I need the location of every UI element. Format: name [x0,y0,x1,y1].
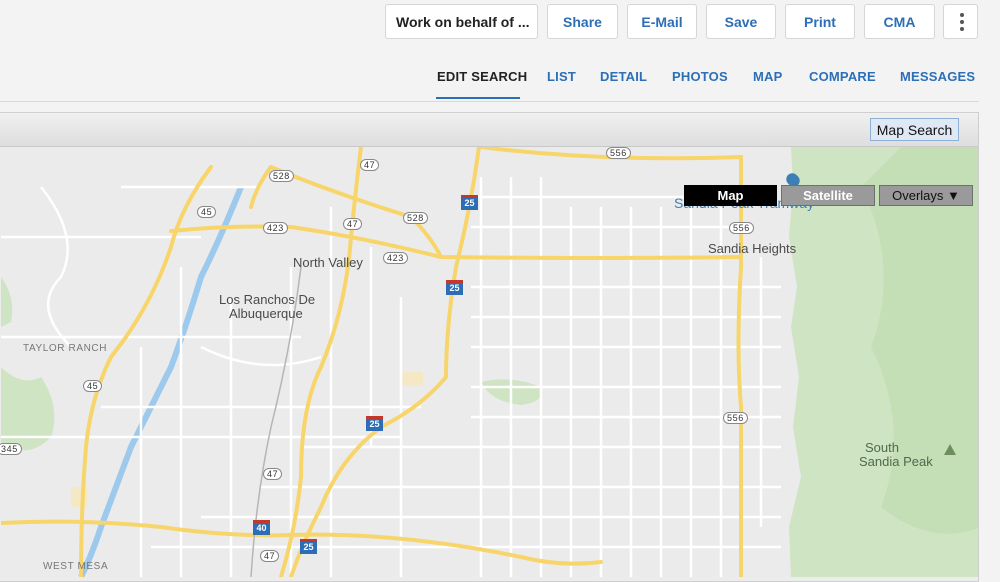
cma-button[interactable]: CMA [864,4,935,39]
route-345-shield: 345 [0,443,22,455]
active-tab-indicator [436,97,520,99]
map-search-button[interactable]: Map Search [870,118,959,141]
more-options-icon[interactable] [943,4,978,39]
route-528-shield: 528 [403,212,428,224]
map-label-west-mesa: WEST MESA [43,561,109,572]
print-button[interactable]: Print [785,4,855,39]
interstate-25-shield: 25 [461,195,478,210]
route-556-shield: 556 [729,222,754,234]
tabs-divider [0,101,979,102]
route-47-shield: 47 [263,468,283,480]
interstate-40-shield: 40 [253,520,270,535]
tab-map[interactable]: MAP [753,69,783,84]
tab-edit-search[interactable]: EDIT SEARCH [437,69,527,84]
route-47-shield: 47 [343,218,363,230]
map-label-sandia-peak: Sandia Peak [859,454,933,469]
map-header: Map Search [0,113,978,147]
map-panel: Map Search 556 47 528 45 423 47 528 423 … [0,112,979,582]
route-423-shield: 423 [263,222,288,234]
map-label-albuquerque: Albuquerque [229,306,303,321]
tab-photos[interactable]: PHOTOS [672,69,728,84]
map-type-satellite-button[interactable]: Satellite [781,185,875,206]
route-47-shield: 47 [260,550,280,562]
interstate-25-shield: 25 [366,416,383,431]
tab-list[interactable]: LIST [547,69,576,84]
overlays-dropdown[interactable]: Overlays ▼ [879,185,973,206]
map-label-los-ranchos: Los Ranchos De [219,292,316,307]
route-528-shield: 528 [269,170,294,182]
share-button[interactable]: Share [547,4,618,39]
email-button[interactable]: E-Mail [627,4,697,39]
save-button[interactable]: Save [706,4,776,39]
route-45-shield: 45 [83,380,103,392]
route-47-shield: 47 [360,159,380,171]
map-type-map-button[interactable]: Map [684,185,777,206]
route-556-shield: 556 [723,412,748,424]
map-label-taylor-ranch: TAYLOR RANCH [23,343,108,354]
tab-compare[interactable]: COMPARE [809,69,876,84]
map-label-sandia-heights: Sandia Heights [708,241,797,256]
map-canvas[interactable]: 556 47 528 45 423 47 528 423 556 556 45 … [0,147,978,581]
map-label-north-valley: North Valley [293,255,363,270]
mountain-peak-icon [944,444,956,455]
route-556-shield: 556 [606,147,631,159]
tab-messages[interactable]: MESSAGES [900,69,975,84]
street-map[interactable] [1,147,978,577]
interstate-25-shield: 25 [446,280,463,295]
route-45-shield: 45 [197,206,217,218]
route-423-shield: 423 [383,252,408,264]
map-label-south: South [865,440,899,455]
top-toolbar: Work on behalf of ... Share E-Mail Save … [0,0,1000,44]
tab-detail[interactable]: DETAIL [600,69,647,84]
interstate-25-shield: 25 [300,539,317,554]
view-tabs: EDIT SEARCH LIST DETAIL PHOTOS MAP COMPA… [0,60,1000,102]
work-on-behalf-select[interactable]: Work on behalf of ... [385,4,538,39]
